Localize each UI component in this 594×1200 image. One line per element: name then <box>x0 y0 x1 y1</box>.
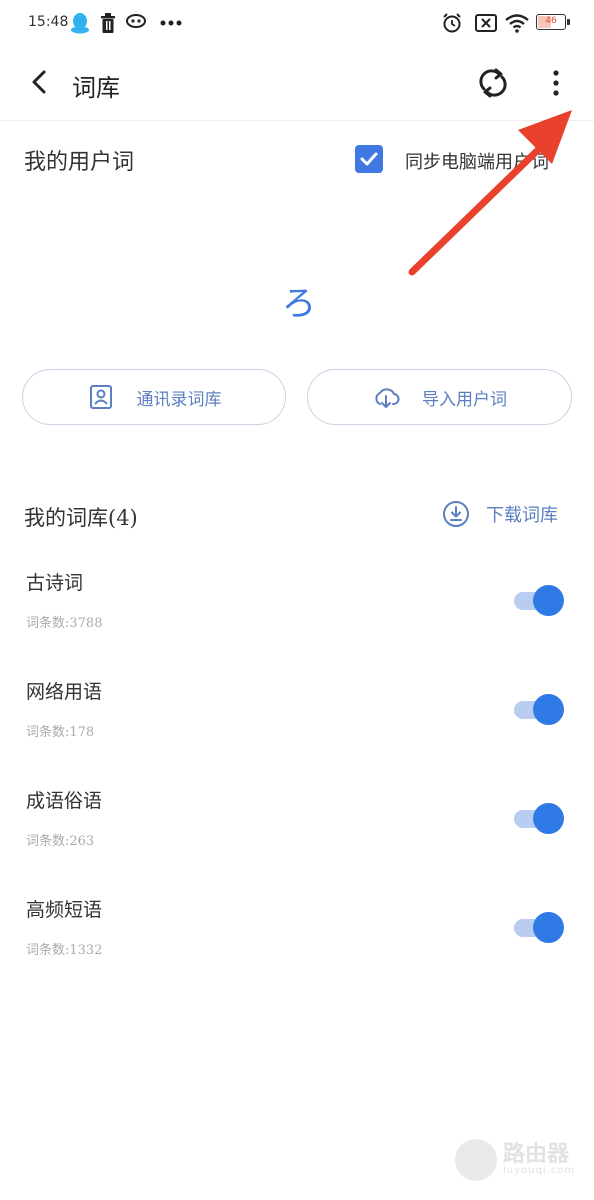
dictionary-row: 古诗词 词条数:3788 <box>0 568 594 677</box>
dictionary-row: 高频短语 词条数:1332 <box>0 895 594 1004</box>
alarm-icon <box>443 13 461 33</box>
import-button-label: 导入用户词 <box>422 389 507 410</box>
dictionary-toggle[interactable] <box>514 803 564 834</box>
contact-card-icon <box>89 385 112 409</box>
dictionary-row: 网络用语 词条数:178 <box>0 677 594 786</box>
dictionary-count: 词条数:263 <box>26 834 95 849</box>
watermark: 路由器 luyouqi.com <box>455 1135 580 1185</box>
dictionary-toggle[interactable] <box>514 694 564 725</box>
import-user-words-button[interactable]: 导入用户词 <box>307 369 572 425</box>
watermark-text: 路由器 <box>503 1142 570 1168</box>
messenger-icon <box>126 14 146 28</box>
battery-cap <box>567 19 570 25</box>
annotation-arrow <box>408 110 572 276</box>
download-icon <box>443 501 469 527</box>
dictionary-name: 高频短语 <box>26 899 103 921</box>
battery-icon: 46 <box>536 14 566 30</box>
dictionary-count: 词条数:178 <box>26 725 95 740</box>
dictionary-name: 古诗词 <box>26 572 84 594</box>
loading-indicator: ろ <box>282 284 316 324</box>
dictionary-toggle[interactable] <box>514 585 564 616</box>
page-title: 词库 <box>72 74 120 102</box>
contacts-dictionary-button[interactable]: 通讯录词库 <box>22 369 286 425</box>
user-words-title: 我的用户词 <box>24 150 135 175</box>
sync-checkbox[interactable] <box>355 145 383 173</box>
status-bar: 15:48 46 <box>0 0 594 46</box>
wifi-icon <box>505 14 529 33</box>
dictionary-name: 网络用语 <box>26 681 103 703</box>
qq-icon <box>71 13 89 34</box>
download-label: 下载词库 <box>486 505 558 526</box>
checkmark-icon <box>360 152 378 166</box>
more-notifications-icon <box>160 20 182 26</box>
dictionary-count: 词条数:3788 <box>26 616 103 631</box>
dictionary-name: 成语俗语 <box>26 790 103 812</box>
status-time: 15:48 <box>28 14 69 30</box>
my-dictionaries-title: 我的词库(4) <box>24 506 138 530</box>
download-dictionary-button[interactable]: 下载词库 <box>442 500 558 528</box>
dictionary-toggle[interactable] <box>514 912 564 943</box>
sync-icon[interactable] <box>476 66 510 100</box>
trash-icon <box>101 13 115 33</box>
cloud-download-icon <box>375 388 400 408</box>
back-icon[interactable] <box>24 66 56 98</box>
watermark-url: luyouqi.com <box>503 1165 576 1177</box>
dictionary-row: 成语俗语 词条数:263 <box>0 786 594 895</box>
watermark-logo-icon <box>455 1139 497 1181</box>
no-sim-icon <box>475 14 497 32</box>
dictionary-count: 词条数:1332 <box>26 943 103 958</box>
contacts-button-label: 通讯录词库 <box>136 389 222 410</box>
more-options-icon[interactable] <box>544 66 568 100</box>
battery-level: 46 <box>545 16 557 26</box>
